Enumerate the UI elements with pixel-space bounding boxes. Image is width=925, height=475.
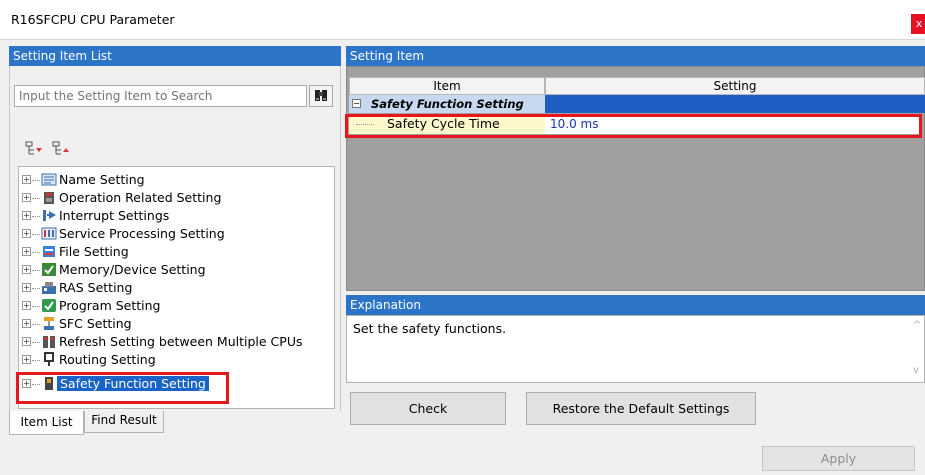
binoculars-icon <box>315 90 327 101</box>
tree-item-label: Interrupt Settings <box>59 208 170 223</box>
column-header-setting[interactable]: Setting <box>545 77 925 95</box>
tree-item-interrupt-settings[interactable]: + Interrupt Settings <box>19 207 334 225</box>
ras-icon <box>42 282 56 294</box>
refresh-icon <box>43 336 55 348</box>
tree-item-operation-related-setting[interactable]: + Operation Related Setting <box>19 189 334 207</box>
tree-item-name-setting[interactable]: + Name Setting <box>19 171 334 189</box>
tree-item-label: Routing Setting <box>59 352 156 367</box>
close-button[interactable]: x <box>911 14 925 34</box>
expand-icon[interactable]: + <box>22 355 31 364</box>
expand-all-icon[interactable] <box>25 141 43 157</box>
setting-item-list-header: Setting Item List <box>9 46 341 66</box>
expand-icon[interactable]: + <box>22 301 31 310</box>
tree-item-label: Operation Related Setting <box>59 190 222 205</box>
file-setting-icon <box>43 246 55 257</box>
expand-icon[interactable]: + <box>22 337 31 346</box>
expand-icon[interactable]: + <box>22 193 31 202</box>
interrupt-icon <box>43 210 56 221</box>
expand-icon[interactable]: + <box>22 283 31 292</box>
tree-item-label: Service Processing Setting <box>59 226 225 241</box>
setting-item-header: Setting Item <box>346 46 925 66</box>
service-processing-icon <box>41 227 57 240</box>
tree-item-sfc-setting[interactable]: + SFC Setting <box>19 315 334 333</box>
scroll-down-icon[interactable]: v <box>913 365 923 376</box>
tree-item-label: Refresh Setting between Multiple CPUs <box>59 334 303 349</box>
tree-item-program-setting[interactable]: + Program Setting <box>19 297 334 315</box>
program-icon <box>42 299 56 312</box>
tree-item-service-processing-setting[interactable]: + Service Processing Setting <box>19 225 334 243</box>
group-row-fill <box>545 95 925 113</box>
name-setting-icon <box>41 173 57 186</box>
check-button[interactable]: Check <box>350 392 506 425</box>
explanation-header: Explanation <box>346 295 925 315</box>
collapse-icon[interactable]: − <box>352 99 361 108</box>
scroll-up-icon[interactable]: ^ <box>913 320 923 331</box>
column-header-item[interactable]: Item <box>349 77 545 95</box>
row-highlight-box <box>345 114 922 138</box>
tree-item-file-setting[interactable]: + File Setting <box>19 243 334 261</box>
group-row-safety-function[interactable]: Safety Function Setting <box>349 95 545 113</box>
routing-icon <box>44 352 54 366</box>
expand-icon[interactable]: + <box>22 229 31 238</box>
tree-item-refresh-setting[interactable]: + Refresh Setting between Multiple CPUs <box>19 333 334 351</box>
collapse-all-icon[interactable] <box>52 141 70 157</box>
expand-icon[interactable]: + <box>22 247 31 256</box>
tree-item-routing-setting[interactable]: + Routing Setting <box>19 351 334 369</box>
selection-highlight-box <box>16 372 229 404</box>
search-button[interactable] <box>309 85 333 107</box>
tree-item-label: File Setting <box>59 244 129 259</box>
tree-item-ras-setting[interactable]: + RAS Setting <box>19 279 334 297</box>
search-input[interactable] <box>14 85 307 107</box>
sfc-icon <box>44 317 54 330</box>
expand-icon[interactable]: + <box>22 211 31 220</box>
restore-defaults-button[interactable]: Restore the Default Settings <box>526 392 756 425</box>
expand-icon[interactable]: + <box>22 175 31 184</box>
expand-icon[interactable]: + <box>22 265 31 274</box>
explanation-text: Set the safety functions. <box>346 315 925 383</box>
operation-setting-icon <box>44 192 54 204</box>
window-title: R16SFCPU CPU Parameter <box>11 12 175 27</box>
tab-item-list[interactable]: Item List <box>9 411 84 435</box>
tree-item-memory-device-setting[interactable]: + Memory/Device Setting <box>19 261 334 279</box>
tree-item-label: Memory/Device Setting <box>59 262 206 277</box>
expand-icon[interactable]: + <box>22 319 31 328</box>
tab-find-result[interactable]: Find Result <box>84 411 164 433</box>
tree-item-label: Program Setting <box>59 298 161 313</box>
tree-item-label: SFC Setting <box>59 316 132 331</box>
memory-device-icon <box>42 263 56 276</box>
tree-item-label: RAS Setting <box>59 280 133 295</box>
apply-button[interactable]: Apply <box>762 446 915 471</box>
tree-item-label: Name Setting <box>59 172 145 187</box>
